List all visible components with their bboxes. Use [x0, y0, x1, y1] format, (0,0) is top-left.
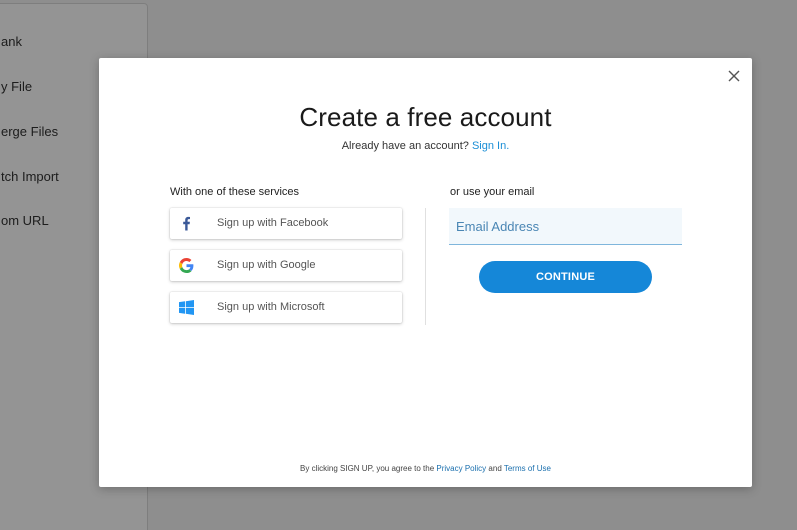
- microsoft-signup-label: Sign up with Microsoft: [217, 301, 325, 313]
- subtitle-text: Already have an account?: [341, 140, 469, 152]
- email-field[interactable]: [449, 208, 682, 245]
- facebook-icon: [179, 216, 194, 231]
- facebook-signup-label: Sign up with Facebook: [217, 217, 329, 229]
- close-button[interactable]: [726, 68, 742, 84]
- privacy-policy-link[interactable]: Privacy Policy: [436, 464, 486, 473]
- microsoft-signup-button[interactable]: Sign up with Microsoft: [170, 292, 402, 323]
- modal-subtitle: Already have an account? Sign In.: [99, 140, 752, 152]
- services-label: With one of these services: [170, 186, 300, 198]
- facebook-signup-button[interactable]: Sign up with Facebook: [170, 208, 402, 239]
- sign-in-link[interactable]: Sign In.: [472, 140, 509, 152]
- terms-of-use-link[interactable]: Terms of Use: [504, 464, 551, 473]
- signup-modal: Create a free account Already have an ac…: [99, 58, 752, 487]
- footer-and: and: [488, 464, 502, 473]
- close-icon: [728, 70, 740, 82]
- google-signup-button[interactable]: Sign up with Google: [170, 250, 402, 281]
- windows-icon: [179, 300, 194, 315]
- column-divider: [425, 208, 426, 325]
- email-label: or use your email: [450, 186, 535, 198]
- google-signup-label: Sign up with Google: [217, 259, 316, 271]
- terms-footer: By clicking SIGN UP, you agree to the Pr…: [99, 464, 752, 473]
- continue-button[interactable]: CONTINUE: [479, 261, 652, 293]
- footer-text: By clicking SIGN UP, you agree to the: [300, 464, 435, 473]
- modal-title: Create a free account: [299, 102, 552, 132]
- google-icon: [179, 258, 194, 273]
